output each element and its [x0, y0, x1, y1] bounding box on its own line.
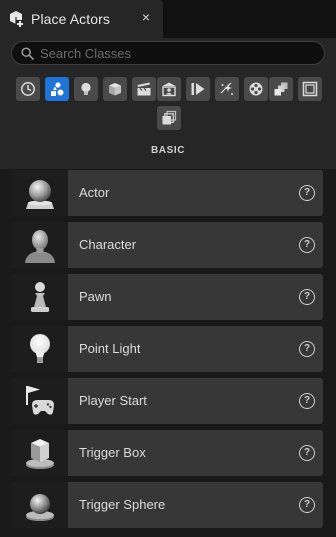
category-geometry[interactable] — [244, 77, 268, 101]
search-icon — [21, 47, 34, 60]
actor-item-label: Point Light — [79, 341, 141, 356]
panel-frame-icon — [302, 81, 318, 97]
stacked-boxes-icon — [274, 82, 288, 96]
category-more[interactable] — [157, 106, 181, 130]
clapperboard-icon — [137, 82, 151, 96]
film-reel-icon — [249, 82, 263, 96]
actor-list: Actor ? Character ? Pawn ? Point Light ?… — [0, 169, 336, 537]
help-icon[interactable]: ? — [299, 497, 315, 513]
help-icon[interactable]: ? — [299, 185, 315, 201]
help-icon[interactable]: ? — [299, 445, 315, 461]
tab-bar: Place Actors × — [0, 0, 336, 38]
basic-shapes-icon — [51, 82, 64, 96]
actor-item-label: Actor — [79, 185, 110, 200]
actor-item-player-start[interactable]: Player Start ? — [12, 378, 323, 424]
play-volume-icon — [191, 83, 205, 95]
pawn-icon — [31, 282, 49, 312]
help-icon[interactable]: ? — [299, 393, 315, 409]
search-box[interactable] — [11, 41, 325, 65]
cube-icon — [109, 83, 121, 96]
close-icon[interactable]: × — [139, 9, 153, 25]
actor-item-actor[interactable]: Actor ? — [12, 170, 323, 216]
actor-item-label: Trigger Sphere — [79, 497, 166, 512]
actor-item-trigger-sphere[interactable]: Trigger Sphere ? — [12, 482, 323, 528]
category-basic[interactable] — [45, 77, 69, 101]
sparkles-icon — [220, 82, 233, 95]
tab-title: Place Actors — [31, 11, 111, 27]
actor-item-trigger-box[interactable]: Trigger Box ? — [12, 430, 323, 476]
category-volumes[interactable] — [186, 77, 210, 101]
category-cinematic[interactable] — [132, 77, 156, 101]
search-input[interactable] — [40, 42, 320, 64]
category-effects[interactable] — [215, 77, 239, 101]
portrait-icon — [162, 82, 176, 97]
lightbulb-icon — [30, 334, 50, 363]
actor-item-label: Character — [79, 237, 137, 252]
category-heading: BASIC — [150, 145, 186, 156]
actor-item-label: Pawn — [79, 289, 112, 304]
actor-item-label: Player Start — [79, 393, 147, 408]
place-actors-panel: BASIC — [0, 38, 336, 169]
help-icon[interactable]: ? — [299, 289, 315, 305]
help-icon[interactable]: ? — [299, 237, 315, 253]
actor-item-pawn[interactable]: Pawn ? — [12, 274, 323, 320]
place-actors-icon — [10, 11, 24, 28]
category-shapes[interactable] — [103, 77, 127, 101]
category-visual-effects[interactable] — [157, 77, 181, 101]
actor-item-point-light[interactable]: Point Light ? — [12, 326, 323, 372]
sphere-on-base-icon — [26, 180, 54, 209]
actor-item-label: Trigger Box — [79, 445, 146, 460]
help-icon[interactable]: ? — [299, 341, 315, 357]
category-all-classes[interactable] — [269, 77, 293, 101]
sphere-on-disc-icon — [26, 494, 54, 521]
actor-item-character[interactable]: Character ? — [12, 222, 323, 268]
tab-place-actors[interactable]: Place Actors × — [0, 0, 163, 38]
lightbulb-icon — [81, 82, 91, 95]
box-on-base-icon — [26, 439, 54, 469]
category-panel[interactable] — [298, 77, 322, 101]
category-lights[interactable] — [74, 77, 98, 101]
clock-icon — [21, 82, 35, 96]
stacked-pages-icon — [162, 110, 177, 125]
category-recently-placed[interactable] — [16, 77, 40, 101]
flag-gamepad-icon — [26, 386, 54, 415]
character-head-icon — [25, 230, 55, 263]
